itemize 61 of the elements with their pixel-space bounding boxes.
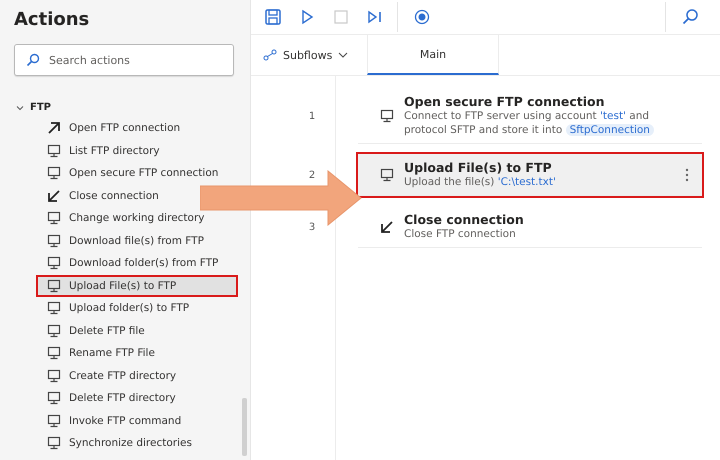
- chevron-icon: [338, 51, 348, 59]
- search-button[interactable]: [680, 7, 700, 27]
- action-item[interactable]: Open FTP connection: [0, 117, 186, 140]
- action-item[interactable]: Delete FTP file: [0, 320, 151, 342]
- line-number: 2: [308, 170, 316, 180]
- action-title: Close connection: [404, 212, 525, 227]
- monitor-icon: [47, 324, 61, 338]
- action-card[interactable]: Upload File(s) to FTP Upload the file(s) 'C:\test.txt': [358, 154, 702, 196]
- save-icon: [264, 8, 282, 26]
- action-item[interactable]: Close connection: [0, 184, 165, 207]
- action-description: Upload the file(s) 'C:\test.txt': [404, 175, 557, 189]
- action-item[interactable]: Open secure FTP connection: [0, 162, 224, 184]
- monitor-icon: [380, 168, 394, 182]
- arrow-up-right-icon: [47, 121, 61, 136]
- scrollbar-thumb[interactable]: [242, 398, 247, 456]
- action-description: Close FTP connection: [404, 227, 517, 241]
- group-label[interactable]: FTP: [30, 102, 51, 113]
- action-item[interactable]: Change working directory: [0, 207, 210, 230]
- action-item[interactable]: Delete FTP directory: [0, 387, 182, 410]
- monitor-icon: [47, 414, 61, 428]
- monitor-icon: [47, 301, 61, 316]
- more-icon: [685, 166, 689, 182]
- action-item[interactable]: Rename FTP File: [0, 342, 161, 364]
- tab[interactable]: Main: [367, 35, 499, 75]
- record-icon: [413, 8, 431, 26]
- action-item[interactable]: Download folder(s) from FTP: [0, 252, 224, 274]
- arrow-down-left-icon: [380, 220, 394, 234]
- action-description: Connect to FTP server using account 'test' and protocol SFTP and store it into SftpConnection: [404, 109, 654, 137]
- monitor-icon: [47, 391, 61, 406]
- action-item[interactable]: Download file(s) from FTP: [0, 230, 210, 252]
- action-item[interactable]: Create FTP directory: [0, 364, 182, 387]
- stop-icon: [332, 8, 350, 26]
- search-icon: [681, 8, 699, 26]
- record-button[interactable]: [412, 7, 432, 27]
- search-field[interactable]: Search actions: [14, 44, 234, 76]
- subflows-icon: [263, 49, 277, 61]
- subflows-dropdown[interactable]: Subflows: [251, 35, 367, 75]
- monitor-icon: [47, 368, 61, 383]
- panel-title: Actions: [14, 8, 90, 32]
- action-item[interactable]: List FTP directory: [0, 140, 166, 162]
- monitor-icon: [47, 346, 61, 360]
- action-item[interactable]: Upload folder(s) to FTP: [0, 297, 196, 320]
- monitor-icon: [47, 144, 61, 158]
- monitor-icon: [47, 278, 61, 293]
- action-item[interactable]: Synchronize directories: [0, 432, 198, 454]
- monitor-icon: [47, 256, 61, 270]
- line-number: 3: [308, 222, 316, 232]
- step-icon: [366, 8, 384, 26]
- line-number: 1: [308, 110, 316, 122]
- monitor-icon: [47, 211, 61, 226]
- action-title: Upload File(s) to FTP: [404, 160, 553, 175]
- monitor-icon: [47, 436, 61, 450]
- action-title: Open secure FTP connection: [404, 94, 606, 109]
- monitor-icon: [47, 234, 61, 248]
- chevron-icon[interactable]: [16, 104, 24, 112]
- monitor-icon: [47, 166, 61, 180]
- action-item[interactable]: Invoke FTP command: [0, 410, 188, 432]
- monitor-icon: [380, 108, 394, 122]
- save-button[interactable]: [263, 7, 283, 27]
- action-item[interactable]: Upload File(s) to FTP: [36, 274, 238, 297]
- arrow-down-left-icon: [47, 188, 61, 203]
